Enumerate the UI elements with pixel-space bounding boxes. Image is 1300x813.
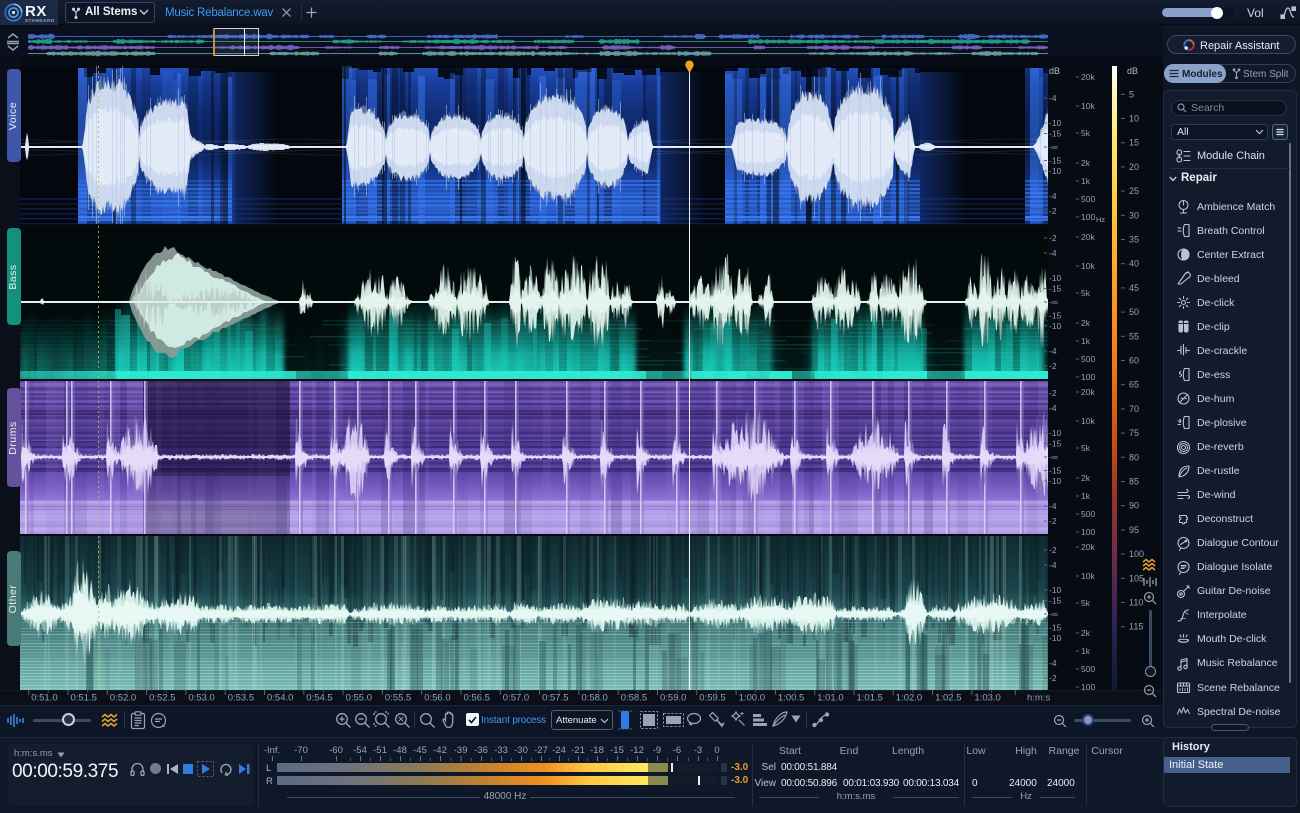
- svg-text:10: 10: [1129, 114, 1139, 124]
- svg-text:20: 20: [1129, 162, 1139, 172]
- svg-text:-45: -45: [413, 745, 427, 756]
- svg-text:-36: -36: [474, 745, 488, 756]
- svg-text:-Inf.: -Inf.: [264, 745, 280, 756]
- svg-text:40: 40: [1129, 259, 1139, 269]
- svg-text:35: 35: [1129, 235, 1139, 245]
- svg-text:5: 5: [1129, 89, 1134, 99]
- svg-text:30: 30: [1129, 210, 1139, 220]
- svg-text:95: 95: [1129, 525, 1139, 535]
- svg-text:-60: -60: [329, 745, 343, 756]
- svg-text:-54: -54: [353, 745, 367, 756]
- svg-text:-30: -30: [514, 745, 528, 756]
- svg-text:-21: -21: [571, 745, 585, 756]
- svg-text:-24: -24: [552, 745, 566, 756]
- svg-text:-18: -18: [590, 745, 604, 756]
- svg-text:-27: -27: [534, 745, 548, 756]
- svg-text:-3: -3: [694, 745, 702, 756]
- svg-text:110: 110: [1129, 598, 1143, 608]
- svg-text:-48: -48: [393, 745, 407, 756]
- svg-text:55: 55: [1129, 331, 1139, 341]
- svg-text:80: 80: [1129, 452, 1139, 462]
- svg-text:-42: -42: [433, 745, 447, 756]
- svg-text:-15: -15: [610, 745, 624, 756]
- svg-text:90: 90: [1129, 501, 1139, 511]
- svg-text:0: 0: [714, 745, 719, 756]
- svg-text:115: 115: [1129, 622, 1143, 632]
- svg-text:65: 65: [1129, 380, 1139, 390]
- svg-text:-6: -6: [673, 745, 681, 756]
- svg-text:70: 70: [1129, 404, 1139, 414]
- svg-text:15: 15: [1129, 138, 1139, 148]
- svg-text:45: 45: [1129, 283, 1139, 293]
- svg-text:-9: -9: [653, 745, 661, 756]
- svg-text:-39: -39: [454, 745, 468, 756]
- svg-text:50: 50: [1129, 307, 1139, 317]
- svg-text:-33: -33: [494, 745, 508, 756]
- svg-text:-70: -70: [294, 745, 308, 756]
- svg-text:-12: -12: [630, 745, 644, 756]
- svg-text:25: 25: [1129, 186, 1139, 196]
- svg-text:dB: dB: [1127, 66, 1138, 76]
- svg-text:-51: -51: [373, 745, 387, 756]
- svg-text:60: 60: [1129, 356, 1139, 366]
- svg-text:75: 75: [1129, 428, 1139, 438]
- svg-text:85: 85: [1129, 477, 1139, 487]
